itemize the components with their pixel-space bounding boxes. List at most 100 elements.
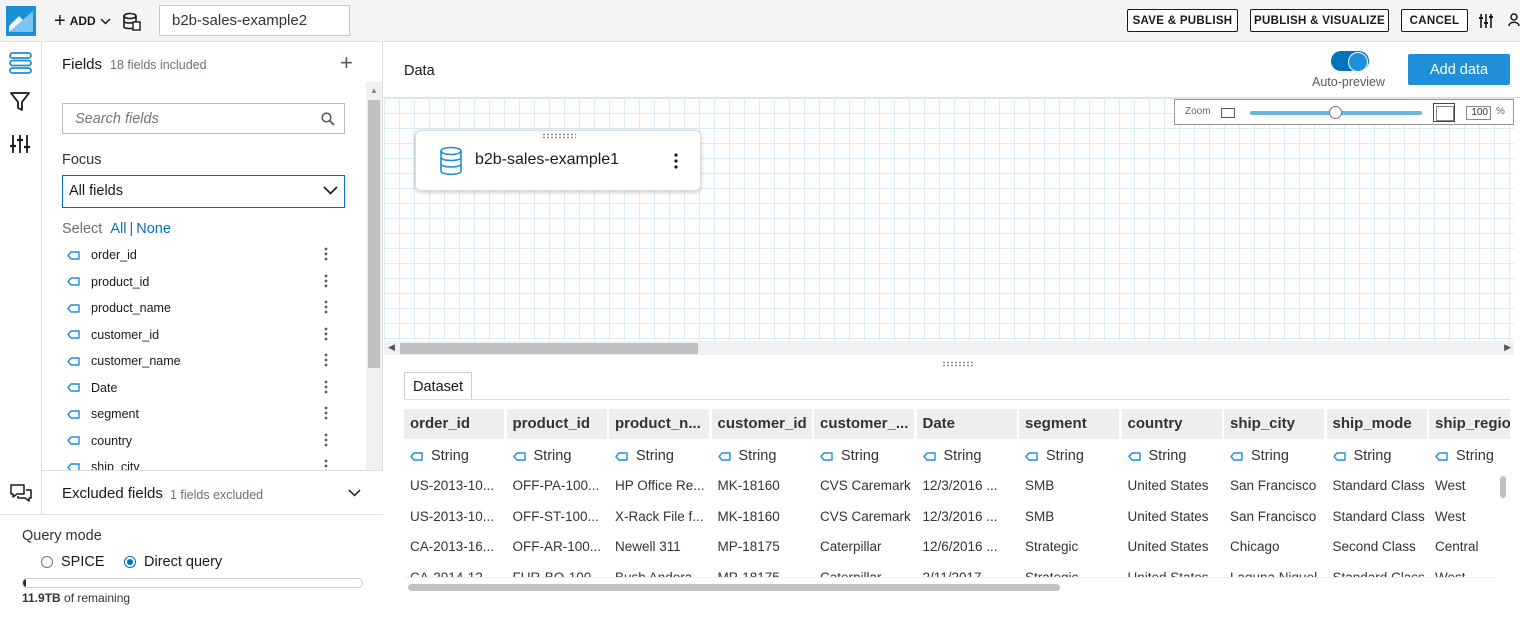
radio-dot[interactable] <box>41 556 53 568</box>
parameters-icon[interactable] <box>10 134 30 154</box>
field-item[interactable]: customer_id <box>62 322 342 349</box>
fields-scrollbar[interactable]: ▲ ▼ <box>366 82 382 514</box>
field-menu-icon[interactable] <box>324 300 328 317</box>
quicksight-logo-icon[interactable] <box>6 6 36 36</box>
select-none-link[interactable]: None <box>136 221 171 237</box>
field-item[interactable]: product_name <box>62 295 342 322</box>
data-canvas[interactable]: Zoom 100 % b2b-sales-example1 <box>384 98 1520 341</box>
search-fields-input[interactable] <box>63 104 303 133</box>
zoom-fit-icon[interactable] <box>1433 103 1455 122</box>
data-header: Data Auto-preview Add data <box>384 42 1520 98</box>
column-header[interactable]: segment <box>1019 409 1119 439</box>
column-header[interactable]: customer_id <box>711 409 812 439</box>
column-header[interactable]: product_id <box>506 409 607 439</box>
chevron-down-icon <box>100 17 111 25</box>
panel-resize-handle[interactable] <box>942 361 974 367</box>
field-item[interactable]: country <box>62 428 342 455</box>
zoom-slider-thumb[interactable] <box>1329 106 1342 119</box>
column-type[interactable]: String <box>1327 441 1427 471</box>
column-header[interactable]: ship_region <box>1429 409 1510 439</box>
column-type[interactable]: String <box>609 441 709 471</box>
fields-list-icon[interactable] <box>9 52 32 74</box>
string-type-icon <box>922 451 936 461</box>
column-header[interactable]: ship_city <box>1224 409 1324 439</box>
scroll-left-icon[interactable]: ◀ <box>388 342 395 353</box>
column-header[interactable]: ship_mode <box>1326 409 1427 439</box>
user-icon[interactable] <box>1508 12 1520 28</box>
add-menu-button[interactable]: + ADD <box>54 10 111 32</box>
drag-handle-icon[interactable] <box>542 133 576 139</box>
column-type[interactable]: String <box>1429 441 1510 471</box>
canvas-vertical-scrollbar[interactable] <box>1514 98 1520 341</box>
spice-radio[interactable]: SPICE <box>41 554 105 570</box>
field-menu-icon[interactable] <box>324 459 328 470</box>
select-all-link[interactable]: All <box>110 221 126 237</box>
tab-dataset[interactable]: Dataset <box>404 372 472 400</box>
more-options-icon[interactable] <box>674 153 678 169</box>
comments-icon[interactable] <box>10 484 32 504</box>
scrollbar-thumb[interactable] <box>400 343 698 354</box>
grid-horizontal-scrollbar[interactable] <box>404 577 1496 595</box>
scrollbar-thumb[interactable] <box>1500 476 1506 498</box>
chevron-down-icon[interactable] <box>348 489 361 497</box>
zoom-out-icon[interactable] <box>1221 108 1235 118</box>
grid-vertical-scrollbar[interactable] <box>1496 470 1510 576</box>
autopreview-toggle[interactable] <box>1331 51 1369 72</box>
column-header[interactable]: order_id <box>404 409 504 439</box>
add-data-button[interactable]: Add data <box>1408 54 1510 85</box>
field-item[interactable]: product_id <box>62 269 342 296</box>
field-menu-icon[interactable] <box>324 406 328 423</box>
search-icon[interactable] <box>321 112 335 126</box>
field-item[interactable]: segment <box>62 401 342 428</box>
zoom-percent-sign: % <box>1496 106 1505 117</box>
field-menu-icon[interactable] <box>324 247 328 264</box>
column-type[interactable]: String <box>917 441 1017 471</box>
scroll-right-icon[interactable]: ▶ <box>1504 342 1511 353</box>
field-menu-icon[interactable] <box>324 274 328 291</box>
column-header[interactable]: country <box>1121 409 1222 439</box>
scroll-up-icon[interactable]: ▲ <box>370 86 378 95</box>
save-publish-button[interactable]: SAVE & PUBLISH <box>1127 9 1238 32</box>
add-field-icon[interactable]: + <box>340 52 353 74</box>
radio-dot-selected[interactable] <box>124 556 136 568</box>
column-type[interactable]: String <box>1019 441 1119 471</box>
column-type-label: String <box>1046 448 1084 464</box>
direct-query-radio[interactable]: Direct query <box>124 554 222 570</box>
data-source-name: b2b-sales-example1 <box>475 151 620 168</box>
field-menu-icon[interactable] <box>324 433 328 450</box>
column-header[interactable]: Date <box>916 409 1017 439</box>
scrollbar-thumb[interactable] <box>408 584 1060 591</box>
table-cell: MP-18175 <box>717 539 780 554</box>
column-type[interactable]: String <box>1224 441 1324 471</box>
filter-icon[interactable] <box>10 92 30 112</box>
column-type[interactable]: String <box>404 441 504 471</box>
column-type[interactable]: String <box>814 441 914 471</box>
field-menu-icon[interactable] <box>324 380 328 397</box>
column-type[interactable]: String <box>712 441 812 471</box>
storage-progress-fill <box>23 579 27 587</box>
column-header[interactable]: customer_... <box>814 409 914 439</box>
excluded-fields-section[interactable]: Excluded fields 1 fields excluded <box>42 470 383 514</box>
column-type[interactable]: String <box>1122 441 1222 471</box>
focus-select[interactable]: All fields <box>62 175 345 208</box>
fields-panel: Fields 18 fields included + Focus All fi… <box>42 42 383 514</box>
cancel-button[interactable]: CANCEL <box>1401 9 1468 32</box>
dataset-icon[interactable] <box>123 12 141 31</box>
field-menu-icon[interactable] <box>324 327 328 344</box>
column-type[interactable]: String <box>507 441 607 471</box>
data-source-card[interactable]: b2b-sales-example1 <box>415 130 701 191</box>
settings-sliders-icon[interactable] <box>1479 13 1493 29</box>
dataset-name-input[interactable]: b2b-sales-example2 <box>159 5 350 36</box>
fields-count: 18 fields included <box>110 58 207 72</box>
publish-visualize-button[interactable]: PUBLISH & VISUALIZE <box>1250 9 1389 32</box>
scrollbar-thumb[interactable] <box>368 100 380 368</box>
field-item[interactable]: customer_name <box>62 348 342 375</box>
column-header[interactable]: product_n... <box>609 409 709 439</box>
select-separator: | <box>129 221 134 237</box>
field-menu-icon[interactable] <box>324 353 328 370</box>
zoom-value-input[interactable]: 100 <box>1466 106 1491 120</box>
canvas-horizontal-scrollbar[interactable]: ◀ ▶ <box>384 341 1514 355</box>
field-item[interactable]: Date <box>62 375 342 402</box>
field-item[interactable]: ship_city <box>62 454 342 470</box>
field-item[interactable]: order_id <box>62 242 342 269</box>
